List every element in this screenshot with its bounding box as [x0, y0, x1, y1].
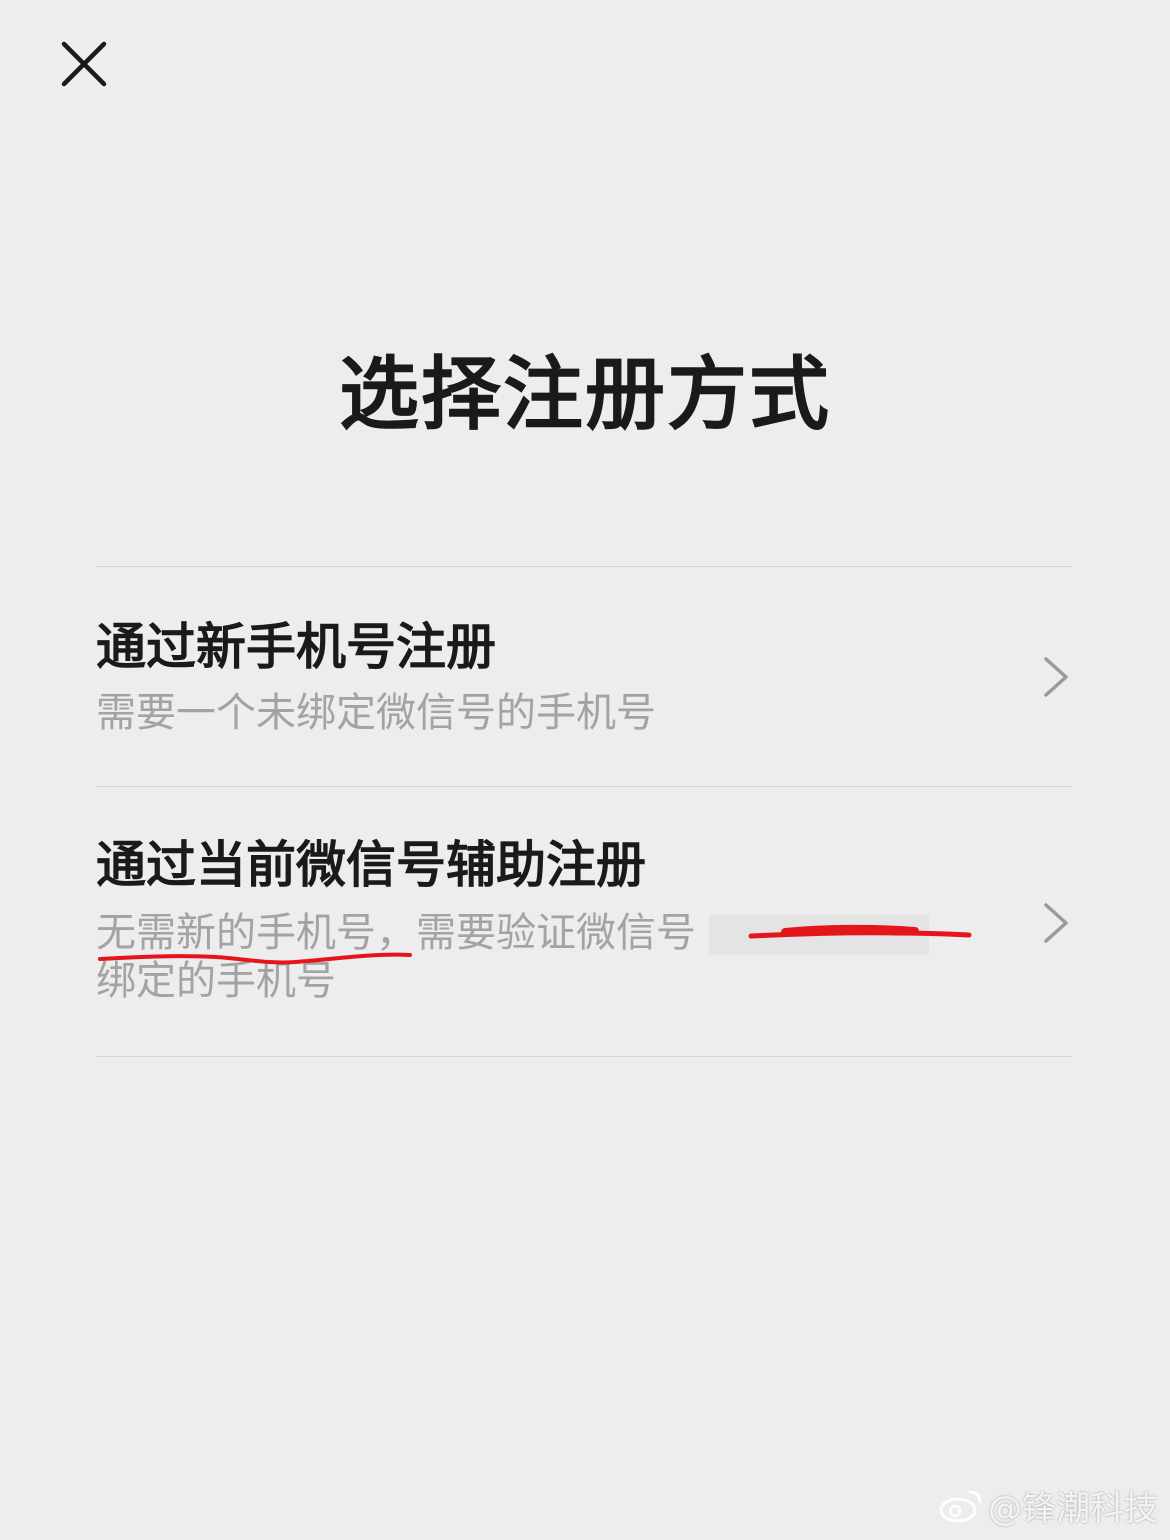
option-new-phone-title: 通过新手机号注册 — [96, 618, 496, 676]
close-icon — [61, 41, 107, 87]
option-wechat-assist-title: 通过当前微信号辅助注册 — [96, 836, 646, 894]
chevron-right-icon — [1044, 657, 1068, 697]
page-title: 选择注册方式 — [339, 348, 831, 441]
watermark: @锋潮科技 — [938, 1481, 1158, 1530]
watermark-text: @锋潮科技 — [988, 1489, 1158, 1529]
option-new-phone[interactable]: 通过新手机号注册 需要一个未绑定微信号的手机号 — [96, 567, 1072, 786]
close-button[interactable] — [56, 36, 112, 92]
chevron-right-icon — [1044, 903, 1068, 943]
option-new-phone-description: 需要一个未绑定微信号的手机号 — [96, 690, 656, 736]
divider-bottom — [96, 1056, 1072, 1057]
redacted-area — [708, 915, 929, 955]
option-wechat-assist-description: 无需新的手机号，需要验证微信号 绑定的手机号 — [96, 909, 976, 1005]
weibo-icon — [939, 1490, 982, 1522]
option-wechat-assist-desc-line1: 无需新的手机号，需要验证微信号 — [96, 910, 696, 956]
option-wechat-assist-desc-line2: 绑定的手机号 — [96, 958, 336, 1004]
option-wechat-assist[interactable]: 通过当前微信号辅助注册 无需新的手机号，需要验证微信号 绑定的手机号 — [96, 787, 1072, 1056]
